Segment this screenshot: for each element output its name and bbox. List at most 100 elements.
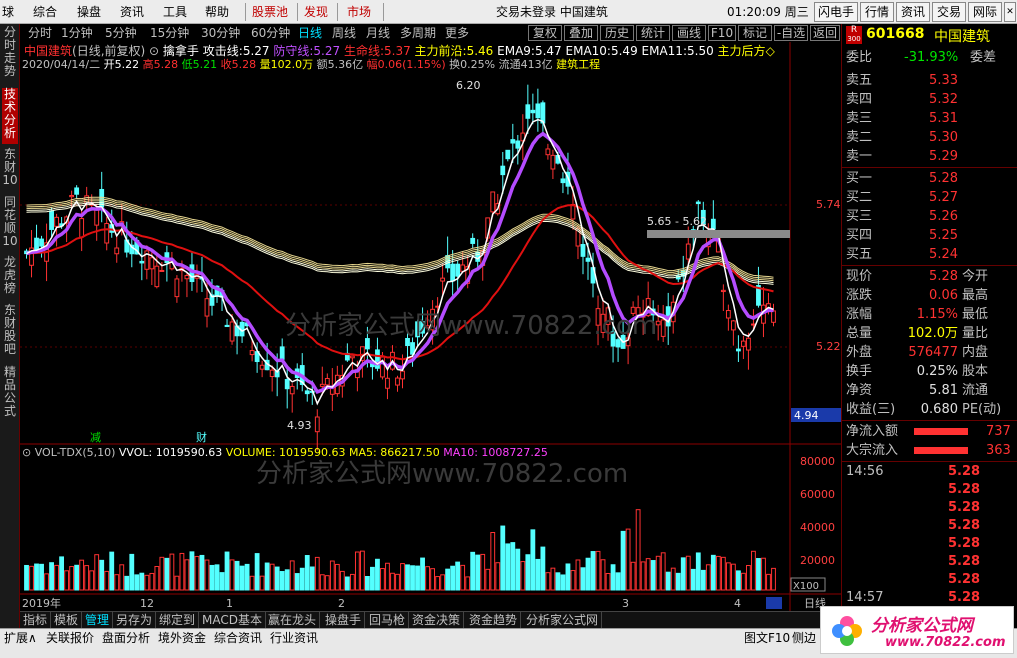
volume-bar[interactable] <box>370 566 375 591</box>
candle-body[interactable] <box>249 350 255 356</box>
volume-bar[interactable] <box>530 529 536 591</box>
dropdown-icon[interactable]: ⊙ <box>22 446 31 459</box>
volume-bar[interactable] <box>625 528 631 591</box>
volume-bar[interactable] <box>184 559 190 591</box>
volume-bar[interactable] <box>410 565 415 591</box>
f10-button[interactable]: F10 <box>708 25 736 41</box>
candle-body[interactable] <box>530 109 536 114</box>
volume-bar[interactable] <box>234 560 240 591</box>
period-tab-multi[interactable]: 多周期 <box>400 25 436 41</box>
volume-bar[interactable] <box>600 559 606 591</box>
volume-bar[interactable] <box>84 565 90 591</box>
draw-button[interactable]: 画线 <box>672 25 706 41</box>
candle-body[interactable] <box>114 247 120 255</box>
volume-bar[interactable] <box>460 564 466 591</box>
tab-ths10[interactable]: 同花顺10 <box>2 196 18 252</box>
candle-body[interactable] <box>725 310 731 319</box>
volume-bar[interactable] <box>705 564 711 591</box>
candle-body[interactable] <box>580 244 586 257</box>
volume-bar[interactable] <box>700 569 706 591</box>
back-button[interactable]: 返回 <box>810 25 840 41</box>
volume-bar[interactable] <box>655 555 661 591</box>
status-tab[interactable]: 关联报价 <box>46 631 94 645</box>
candle-body[interactable] <box>304 390 310 395</box>
candle-body[interactable] <box>730 320 736 331</box>
period-tab-daily[interactable]: 日线 <box>298 25 322 41</box>
news-button[interactable]: 资讯 <box>896 2 930 22</box>
dropdown-icon[interactable]: ⊙ <box>149 44 159 58</box>
volume-bar[interactable] <box>710 554 716 591</box>
bottom-tab[interactable]: 操盘手 <box>322 612 366 628</box>
event-tag-reduce[interactable]: 减 <box>90 431 101 444</box>
volume-bar[interactable] <box>44 573 49 591</box>
bottom-tab[interactable]: 回马枪 <box>366 612 410 628</box>
volume-bar[interactable] <box>455 561 461 591</box>
stats-button[interactable]: 统计 <box>636 25 670 41</box>
period-tab-more[interactable]: 更多 <box>445 25 469 41</box>
volume-bar[interactable] <box>720 556 726 591</box>
volume-bar[interactable] <box>730 563 736 591</box>
volume-bar[interactable] <box>279 571 285 591</box>
volume-bar[interactable] <box>79 559 85 591</box>
volume-bar[interactable] <box>324 575 330 591</box>
candle-body[interactable] <box>510 139 516 144</box>
quote-button[interactable]: 行情 <box>860 2 894 22</box>
candle-body[interactable] <box>470 237 476 244</box>
expand-button[interactable]: 扩展∧ <box>4 631 37 645</box>
volume-bar[interactable] <box>565 563 571 591</box>
volume-bar[interactable] <box>319 574 325 591</box>
candle-body[interactable] <box>184 275 190 280</box>
menu-item-help[interactable]: 帮助 <box>205 3 229 21</box>
volume-bar[interactable] <box>169 553 175 591</box>
candle-body[interactable] <box>585 257 591 262</box>
f10-text-button[interactable]: 图文F10 <box>744 631 790 645</box>
bottom-tab[interactable]: 资金趋势 <box>466 612 522 628</box>
volume-bar[interactable] <box>490 532 496 591</box>
candle-body[interactable] <box>174 278 180 298</box>
bottom-tab[interactable]: 模板 <box>51 612 83 628</box>
sidebar-toggle[interactable]: 侧边 <box>792 631 816 645</box>
volume-bar[interactable] <box>209 564 215 591</box>
volume-bar[interactable] <box>224 551 230 591</box>
candle-body[interactable] <box>720 289 726 293</box>
volume-bar[interactable] <box>254 553 260 591</box>
volume-bar[interactable] <box>144 574 150 591</box>
period-tab-30min[interactable]: 30分钟 <box>201 25 240 41</box>
volume-bar[interactable] <box>525 554 531 591</box>
volume-bar[interactable] <box>24 564 29 591</box>
volume-bar[interactable] <box>214 564 220 591</box>
volume-bar[interactable] <box>114 574 120 591</box>
period-tab-monthly[interactable]: 月线 <box>366 25 390 41</box>
candle-body[interactable] <box>500 165 506 176</box>
volume-bar[interactable] <box>615 572 621 591</box>
volume-bar[interactable] <box>359 550 365 591</box>
mark-button[interactable]: 标记 <box>738 25 772 41</box>
tab-intraday[interactable]: 分时走势 <box>2 26 18 84</box>
candle-body[interactable] <box>695 201 701 205</box>
candle-body[interactable] <box>525 104 531 119</box>
menu-item-stock-pool[interactable]: 股票池 <box>252 3 288 21</box>
candle-body[interactable] <box>54 216 59 227</box>
volume-bar[interactable] <box>354 551 360 591</box>
menu-item-comprehensive[interactable]: 综合 <box>33 3 57 21</box>
volume-bar[interactable] <box>164 557 170 591</box>
volume-bar[interactable] <box>520 561 526 591</box>
candle-body[interactable] <box>319 383 325 387</box>
tab-forum[interactable]: 东财股吧 <box>2 304 18 360</box>
volume-bar[interactable] <box>334 563 340 591</box>
volume-bar[interactable] <box>284 569 290 591</box>
volume-bar[interactable] <box>309 566 315 591</box>
candle-body[interactable] <box>540 102 546 124</box>
volume-bar[interactable] <box>264 562 270 591</box>
candle-body[interactable] <box>139 260 145 264</box>
candle-body[interactable] <box>455 263 461 277</box>
bottom-tab-active[interactable]: 管理 <box>82 612 114 628</box>
volume-bar[interactable] <box>274 566 280 591</box>
volume-bar[interactable] <box>249 575 255 591</box>
volume-bar[interactable] <box>99 559 105 591</box>
volume-bar[interactable] <box>64 570 70 591</box>
volume-bar[interactable] <box>635 509 641 591</box>
candle-body[interactable] <box>535 103 541 119</box>
candle-body[interactable] <box>450 263 456 282</box>
volume-bar[interactable] <box>495 562 501 591</box>
